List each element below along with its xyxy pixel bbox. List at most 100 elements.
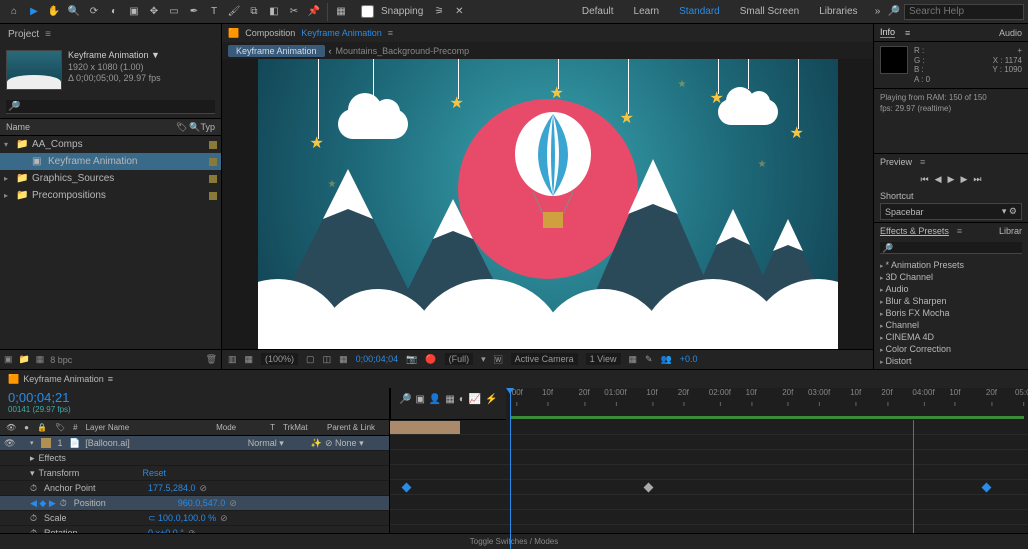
next-frame-icon[interactable]: ▶ bbox=[960, 174, 967, 185]
effect-category[interactable]: CINEMA 4D bbox=[874, 331, 1028, 343]
toggle-switches[interactable]: Toggle Switches / Modes bbox=[470, 537, 559, 546]
align-icon[interactable]: ▦ bbox=[331, 2, 351, 22]
workspace-more-icon[interactable]: » bbox=[868, 2, 888, 22]
transparency-icon[interactable]: ▦ bbox=[339, 354, 348, 365]
first-frame-icon[interactable]: ⏮ bbox=[921, 174, 929, 185]
stopwatch-icon[interactable]: ⏱ bbox=[30, 513, 40, 524]
libraries-tab[interactable]: Librar bbox=[999, 226, 1022, 236]
grid-icon[interactable]: ▦ bbox=[245, 354, 254, 365]
timeline-tracks[interactable] bbox=[390, 420, 1028, 533]
prop-anchor[interactable]: ⏱Anchor Point177.5,284.0⊘ bbox=[0, 481, 389, 496]
orbit-tool[interactable]: ⟳ bbox=[84, 2, 104, 22]
new-comp-icon[interactable]: ▦ bbox=[36, 354, 45, 365]
effects-presets-tab[interactable]: Effects & Presets bbox=[880, 226, 949, 236]
effect-category[interactable]: Audio bbox=[874, 283, 1028, 295]
tree-row[interactable]: ▾📁AA_Comps bbox=[0, 136, 221, 153]
comp-title[interactable]: Keyframe Animation ▼ bbox=[68, 50, 161, 62]
exposure-value[interactable]: +0.0 bbox=[680, 354, 698, 364]
layer-row[interactable]: 👁 ▾1 📄[Balloon.ai] Normal ▾✨ ⊘ None ▾ bbox=[0, 436, 389, 451]
stopwatch-icon[interactable]: ⏱ bbox=[60, 498, 70, 509]
col-type[interactable]: Typ bbox=[200, 122, 215, 132]
keyframe[interactable] bbox=[644, 483, 654, 493]
selection-tool[interactable]: ▶ bbox=[24, 2, 44, 22]
prev-frame-icon[interactable]: ◀ bbox=[935, 174, 942, 185]
camera-tool[interactable]: ▣ bbox=[124, 2, 144, 22]
panel-menu-icon[interactable]: ≡ bbox=[388, 28, 393, 38]
share-icon[interactable]: 👥 bbox=[661, 354, 672, 365]
effect-category[interactable]: Blur & Sharpen bbox=[874, 295, 1028, 307]
shy-icon[interactable]: 👤 bbox=[429, 394, 441, 405]
panel-menu-icon[interactable]: ≡ bbox=[45, 29, 51, 40]
workspace-learn[interactable]: Learn bbox=[624, 6, 670, 17]
prop-position[interactable]: ◀ ◆ ▶⏱Position960.0,547.0⊘ bbox=[0, 496, 389, 511]
pen-tool[interactable]: ✒ bbox=[184, 2, 204, 22]
rotate-tool[interactable]: ◐ bbox=[104, 2, 124, 22]
comp-mini-icon[interactable]: ▣ bbox=[415, 394, 424, 405]
puppet-tool[interactable]: 📌 bbox=[304, 2, 324, 22]
roto-tool[interactable]: ✂ bbox=[284, 2, 304, 22]
view-dropdown[interactable]: 1 View bbox=[586, 353, 621, 365]
prop-rotation[interactable]: ⏱Rotation0 x+0.0 °⊘ bbox=[0, 526, 389, 533]
prop-scale[interactable]: ⏱Scale⊂ 100.0,100.0 %⊘ bbox=[0, 511, 389, 526]
effect-category[interactable]: * Animation Presets bbox=[874, 259, 1028, 271]
shape-tool[interactable]: ▭ bbox=[164, 2, 184, 22]
label-icon[interactable]: 🏷 bbox=[176, 122, 187, 133]
workspace-libraries[interactable]: Libraries bbox=[809, 6, 867, 17]
workspace-default[interactable]: Default bbox=[572, 6, 624, 17]
workspace-smallscreen[interactable]: Small Screen bbox=[730, 6, 809, 17]
res-icon[interactable]: ▢ bbox=[306, 354, 315, 365]
timeline-tab[interactable]: Keyframe Animation bbox=[23, 374, 104, 384]
transform-group[interactable]: ▾TransformReset bbox=[0, 466, 389, 481]
new-folder-icon[interactable]: 📁 bbox=[19, 354, 30, 365]
info-tab[interactable]: Info bbox=[880, 27, 895, 38]
pan-behind-tool[interactable]: ✥ bbox=[144, 2, 164, 22]
effect-category[interactable]: Color Correction bbox=[874, 343, 1028, 355]
resolution-dropdown[interactable]: (Full) bbox=[445, 353, 474, 365]
interpret-icon[interactable]: ▣ bbox=[4, 354, 13, 365]
time-ruler[interactable]: :00f 10f 20f 01:00f 10f 20f 02:00f 10f 2… bbox=[506, 388, 1028, 420]
trash-icon[interactable]: 🗑 bbox=[206, 354, 217, 365]
mag-icon[interactable]: ▥ bbox=[228, 354, 237, 365]
fast-preview-icon[interactable]: ▾ bbox=[481, 354, 486, 365]
current-timecode[interactable]: 0;00;04;21 bbox=[8, 390, 69, 405]
panel-menu-icon[interactable]: ≡ bbox=[108, 374, 113, 384]
play-icon[interactable]: ▶ bbox=[948, 174, 955, 185]
current-time-indicator[interactable] bbox=[510, 388, 511, 549]
audio-tab[interactable]: Audio bbox=[999, 28, 1022, 38]
3d-icon[interactable]: 🅆 bbox=[494, 353, 503, 366]
search-col-icon[interactable]: 🔍 bbox=[189, 122, 200, 133]
effect-category[interactable]: 3D Channel bbox=[874, 271, 1028, 283]
comp-link[interactable]: Keyframe Animation bbox=[301, 28, 382, 38]
last-frame-icon[interactable]: ⏭ bbox=[973, 174, 981, 185]
pixel-aspect-icon[interactable]: ✎ bbox=[645, 354, 653, 365]
type-tool[interactable]: T bbox=[204, 2, 224, 22]
brainstorm-icon[interactable]: ⚡ bbox=[485, 394, 497, 405]
view-opt-icon[interactable]: ▦ bbox=[629, 354, 638, 365]
motion-blur-icon[interactable]: ◐ bbox=[459, 394, 465, 405]
search-help-input[interactable] bbox=[904, 4, 1024, 20]
snapshot-icon[interactable]: 📷 bbox=[406, 354, 417, 365]
graph-editor-icon[interactable]: 📈 bbox=[469, 394, 481, 405]
bpc-toggle[interactable]: 8 bpc bbox=[50, 355, 72, 365]
camera-dropdown[interactable]: Active Camera bbox=[511, 353, 578, 365]
roi-icon[interactable]: ◫ bbox=[323, 354, 332, 365]
project-tab[interactable]: Project bbox=[8, 29, 39, 40]
home-icon[interactable]: ⌂ bbox=[4, 2, 24, 22]
channel-icon[interactable]: 🔴 bbox=[425, 354, 436, 365]
effects-search-input[interactable] bbox=[880, 242, 1022, 254]
breadcrumb-active[interactable]: Keyframe Animation bbox=[228, 45, 325, 57]
stopwatch-icon[interactable]: ⏱ bbox=[30, 483, 40, 494]
project-search-input[interactable] bbox=[6, 100, 215, 114]
brush-tool[interactable]: 🖌 bbox=[224, 2, 244, 22]
eye-icon[interactable]: 👁 bbox=[4, 438, 14, 449]
composition-tab[interactable]: Composition bbox=[245, 28, 295, 38]
snap-opt-icon[interactable]: ⚞ bbox=[429, 2, 449, 22]
effect-category[interactable]: Channel bbox=[874, 319, 1028, 331]
keyframe[interactable] bbox=[982, 483, 992, 493]
clone-tool[interactable]: ⧉ bbox=[244, 2, 264, 22]
breadcrumb-item[interactable]: Mountains_Background-Precomp bbox=[336, 46, 470, 56]
tree-row[interactable]: ▣Keyframe Animation bbox=[0, 153, 221, 170]
tree-row[interactable]: ▸📁Graphics_Sources bbox=[0, 170, 221, 187]
lock-col-icon[interactable]: 🔒 bbox=[35, 423, 49, 432]
zoom-dropdown[interactable]: (100%) bbox=[261, 353, 298, 365]
